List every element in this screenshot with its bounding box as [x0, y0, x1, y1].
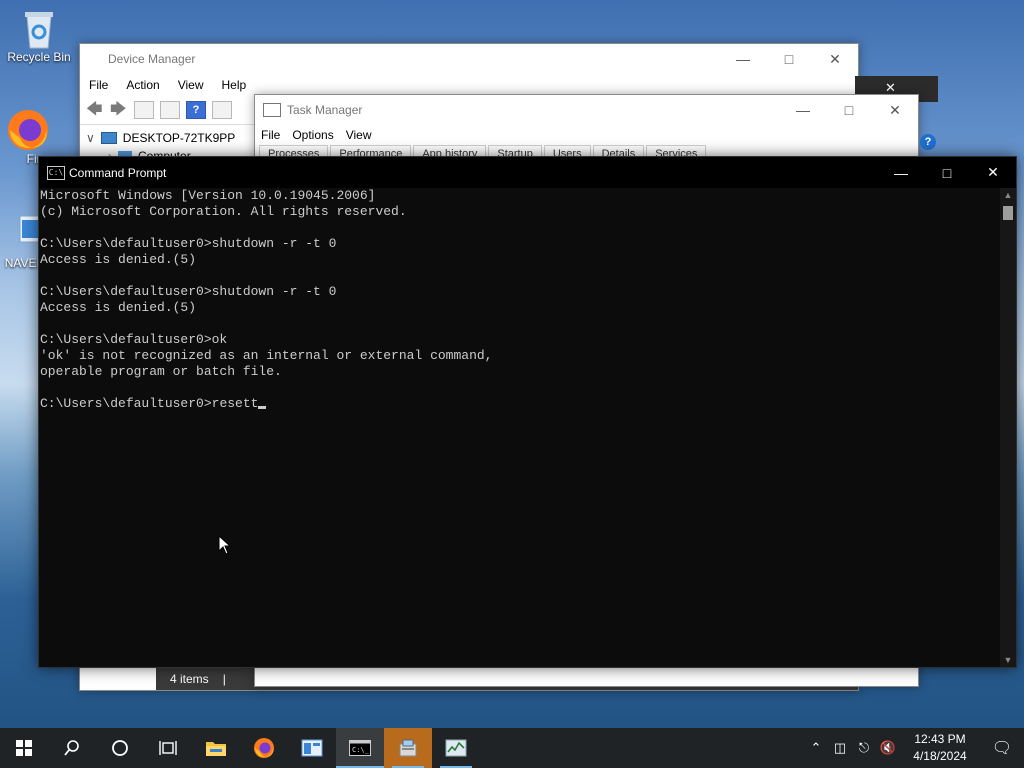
- scroll-up-icon[interactable]: ▲: [1000, 188, 1016, 202]
- menu-view[interactable]: View: [169, 78, 213, 92]
- close-icon[interactable]: ✕: [812, 44, 858, 74]
- minimize-icon[interactable]: —: [720, 44, 766, 74]
- cmd-titlebar[interactable]: C:\ Command Prompt — □ ✕: [39, 157, 1016, 188]
- task-manager-icon: [445, 739, 467, 757]
- taskbar-file-explorer[interactable]: [192, 728, 240, 768]
- console-line: Access is denied.(5): [40, 300, 197, 315]
- close-icon[interactable]: ✕: [970, 158, 1016, 188]
- windows-logo-icon: [16, 740, 32, 756]
- notification-icon[interactable]: 🗨: [980, 738, 1024, 758]
- cmd-icon: C:\: [47, 165, 65, 180]
- text-cursor: [258, 406, 267, 409]
- properties-icon[interactable]: [134, 101, 154, 119]
- installer-icon: [399, 739, 417, 757]
- clock-time: 12:43 PM: [914, 732, 966, 746]
- status-separator: |: [222, 672, 226, 686]
- clock-date: 4/18/2024: [913, 749, 967, 763]
- console-output[interactable]: Microsoft Windows [Version 10.0.19045.20…: [39, 188, 1000, 667]
- taskbar-firefox[interactable]: [240, 728, 288, 768]
- console-line: C:\Users\defaultuser0>ok: [40, 332, 228, 347]
- menu-file[interactable]: File: [255, 128, 286, 142]
- list-view-icon[interactable]: [160, 101, 180, 119]
- system-tray: ⌃ ◫ ⎋ 🔇 12:43 PM 4/18/2024 🗨: [804, 728, 1024, 768]
- maximize-icon[interactable]: □: [766, 44, 812, 74]
- menu-bar: File Action View Help: [80, 74, 858, 96]
- taskbar-command-prompt[interactable]: C:\_: [336, 728, 384, 768]
- chevron-down-icon[interactable]: ∨: [86, 131, 95, 145]
- scroll-thumb[interactable]: [1003, 206, 1013, 220]
- details-icon[interactable]: [212, 101, 232, 119]
- cortana-button[interactable]: [96, 728, 144, 768]
- svg-text:C:\_: C:\_: [352, 746, 370, 754]
- console-line: Access is denied.(5): [40, 252, 197, 267]
- firefox-icon: [254, 738, 274, 758]
- console-line: operable program or batch file.: [40, 364, 282, 379]
- menu-help[interactable]: Help: [213, 78, 256, 92]
- volume-muted-icon[interactable]: 🔇: [876, 740, 900, 756]
- console-input-text[interactable]: resett: [212, 396, 259, 411]
- start-button[interactable]: [0, 728, 48, 768]
- scroll-down-icon[interactable]: ▼: [1000, 653, 1016, 667]
- window-title: Device Manager: [108, 52, 196, 66]
- network-icon[interactable]: ⎋: [852, 740, 876, 756]
- forward-arrow-icon[interactable]: 🡆: [110, 102, 128, 118]
- clock[interactable]: 12:43 PM 4/18/2024: [900, 731, 980, 765]
- taskbar: C:\_ ⌃ ◫ ⎋ 🔇 12:43 PM 4/18/2024 🗨: [0, 728, 1024, 768]
- menu-bar: File Options View: [255, 125, 918, 145]
- computer-icon: [100, 132, 117, 144]
- search-icon: [64, 740, 79, 756]
- mouse-cursor-icon: [218, 535, 232, 555]
- console-input-line[interactable]: C:\Users\defaultuser0>resett: [40, 396, 999, 412]
- tablet-icon[interactable]: ◫: [828, 740, 852, 756]
- file-explorer-icon: [206, 742, 226, 756]
- device-manager-titlebar[interactable]: Device Manager — □ ✕: [80, 44, 858, 74]
- taskbar-task-manager[interactable]: [432, 728, 480, 768]
- menu-action[interactable]: Action: [117, 78, 168, 92]
- cortana-icon: [112, 740, 128, 756]
- status-text: 4 items: [170, 672, 209, 686]
- maximize-icon[interactable]: □: [826, 95, 872, 125]
- console-line: 'ok' is not recognized as an internal or…: [40, 348, 493, 363]
- vertical-scrollbar[interactable]: ▲ ▼: [1000, 188, 1016, 667]
- task-manager-icon: [263, 103, 281, 117]
- menu-view[interactable]: View: [340, 128, 378, 142]
- task-view-button[interactable]: [144, 728, 192, 768]
- chevron-up-icon[interactable]: ⌃: [804, 740, 828, 756]
- app-icon: [301, 739, 323, 757]
- maximize-icon[interactable]: □: [924, 158, 970, 188]
- console-prompt: C:\Users\defaultuser0>: [40, 396, 212, 411]
- minimize-icon[interactable]: —: [878, 158, 924, 188]
- search-button[interactable]: [48, 728, 96, 768]
- task-view-icon: [159, 741, 177, 755]
- tree-root-label: DESKTOP-72TK9PP: [122, 131, 236, 145]
- console-line: C:\Users\defaultuser0>shutdown -r -t 0: [40, 284, 337, 299]
- taskbar-app[interactable]: [288, 728, 336, 768]
- console-line: Microsoft Windows [Version 10.0.19045.20…: [40, 188, 376, 203]
- firefox-icon: [6, 108, 48, 150]
- menu-file[interactable]: File: [80, 78, 117, 92]
- minimize-icon[interactable]: —: [780, 95, 826, 125]
- window-title: Command Prompt: [69, 165, 167, 180]
- taskbar-installer[interactable]: [384, 728, 432, 768]
- help-icon[interactable]: ?: [186, 101, 206, 119]
- cmd-icon: C:\_: [349, 740, 371, 756]
- back-arrow-icon[interactable]: 🡄: [86, 102, 104, 118]
- command-prompt-window[interactable]: C:\ Command Prompt — □ ✕ Microsoft Windo…: [38, 156, 1017, 668]
- recycle-bin-icon: [19, 6, 59, 49]
- help-icon[interactable]: ?: [920, 134, 936, 150]
- console-line: (c) Microsoft Corporation. All rights re…: [40, 204, 407, 219]
- desktop-icon-recycle-bin[interactable]: Recycle Bin: [3, 6, 75, 64]
- task-manager-titlebar[interactable]: Task Manager — □ ✕: [255, 95, 918, 125]
- console-line: C:\Users\defaultuser0>shutdown -r -t 0: [40, 236, 337, 251]
- menu-options[interactable]: Options: [286, 128, 339, 142]
- window-title: Task Manager: [287, 103, 363, 117]
- close-icon[interactable]: ✕: [872, 95, 918, 125]
- desktop-icon-label: Recycle Bin: [7, 50, 71, 64]
